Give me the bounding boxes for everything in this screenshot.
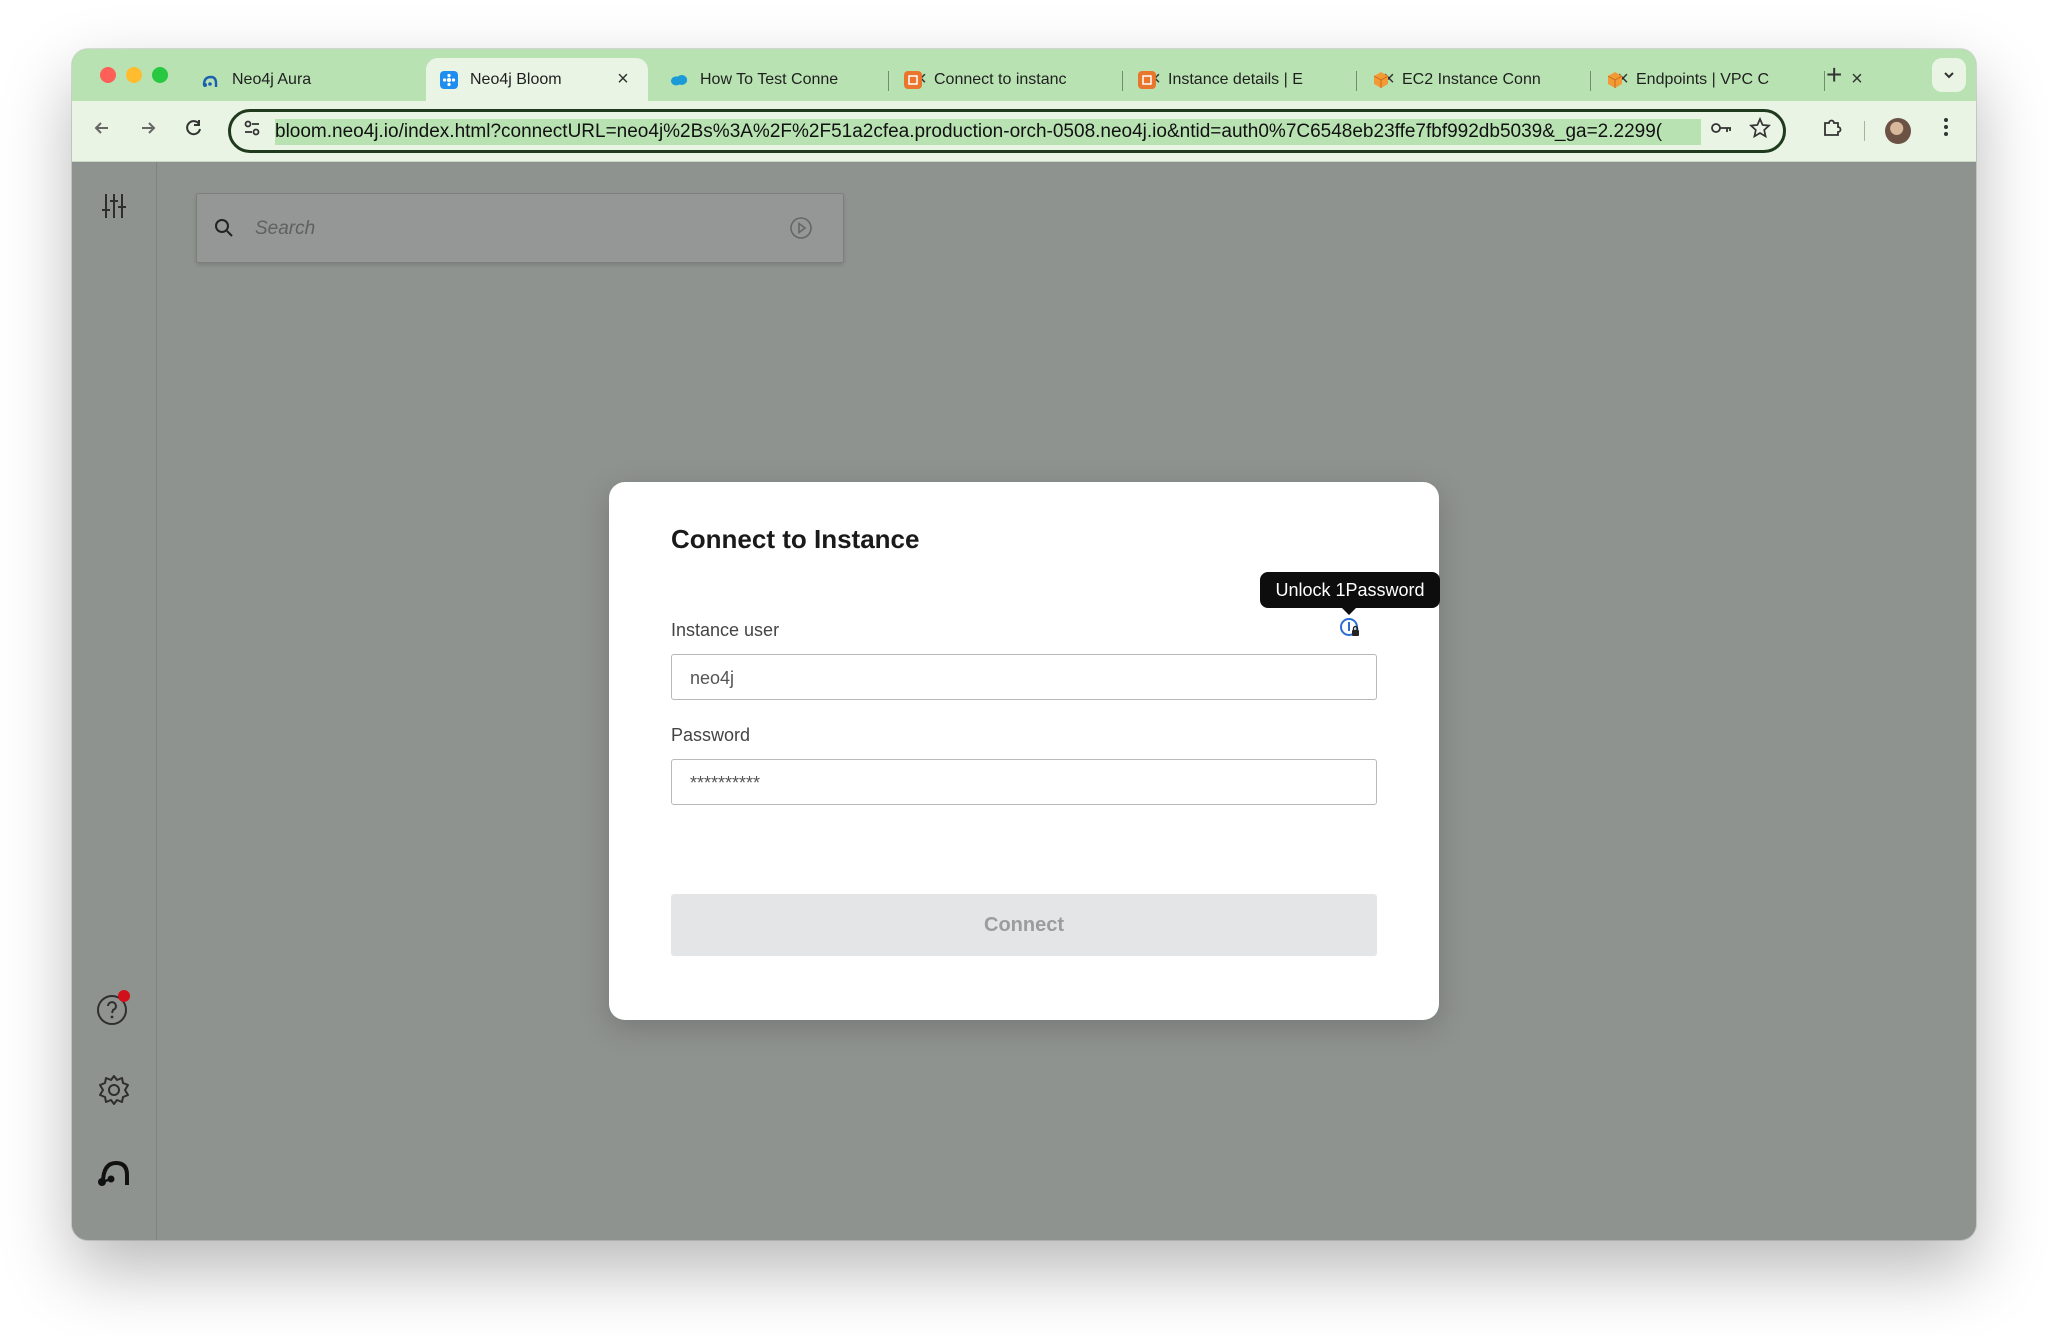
bloom-app: Connect to Instance Instance user Passwo… — [72, 162, 1976, 1240]
dialog-title: Connect to Instance — [671, 524, 920, 554]
profile-avatar[interactable] — [1885, 118, 1911, 144]
bloom-icon — [440, 70, 458, 89]
help-icon — [97, 990, 130, 1025]
tab-label: How To Test Conne — [700, 70, 839, 88]
tab-label: Neo4j Bloom — [470, 70, 562, 88]
close-icon[interactable]: × — [612, 68, 634, 91]
browser-window: Neo4j Aura × Neo4j Bloom × How To Test C… — [72, 49, 1976, 1240]
tab-label: Connect to instanc — [934, 70, 1067, 88]
settings-button[interactable] — [94, 1070, 134, 1110]
tab-label: Neo4j Aura — [232, 70, 312, 88]
browser-toolbar: bloom.neo4j.io/index.html?connectURL=neo… — [72, 101, 1976, 162]
connect-dialog: Connect to Instance Instance user Passwo… — [609, 482, 1439, 1020]
neo4j-logo-icon[interactable] — [94, 1152, 134, 1192]
neo4j-icon — [202, 71, 220, 89]
reload-icon — [186, 120, 201, 136]
password-label: Password — [671, 725, 751, 745]
gear-icon — [99, 1075, 129, 1105]
tab-label: Instance details | E — [1168, 70, 1303, 88]
tab-label: EC2 Instance Conn — [1402, 70, 1541, 88]
url-text[interactable]: bloom.neo4j.io/index.html?connectURL=neo… — [275, 119, 1701, 145]
filter-sliders-icon[interactable] — [94, 186, 134, 226]
maximize-window-button[interactable] — [152, 67, 168, 83]
chevron-down-icon — [1942, 66, 1956, 83]
password-field[interactable] — [671, 759, 1377, 805]
tab-strip: Neo4j Aura × Neo4j Bloom × How To Test C… — [72, 49, 1976, 101]
arrow-right-icon — [142, 122, 156, 134]
run-play-icon[interactable] — [789, 216, 813, 245]
help-button[interactable] — [94, 988, 134, 1028]
aws-cube-icon — [1606, 71, 1624, 89]
1password-icon[interactable] — [1339, 617, 1361, 639]
site-settings-icon[interactable] — [237, 117, 267, 147]
aws-cube-icon — [1372, 71, 1390, 89]
instance-user-field[interactable] — [671, 654, 1377, 700]
reload-button[interactable] — [178, 115, 210, 147]
left-rail — [72, 162, 157, 1240]
extensions-puzzle-icon[interactable] — [1816, 115, 1848, 147]
aws-ec2-icon — [1138, 70, 1156, 89]
close-window-button[interactable] — [100, 67, 116, 83]
key-icon[interactable] — [1707, 117, 1737, 147]
search-icon — [213, 217, 235, 244]
tab-search-button[interactable] — [1932, 58, 1966, 92]
bookmark-star-icon[interactable] — [1745, 116, 1775, 147]
new-tab-button[interactable]: + — [1826, 59, 1842, 91]
search-bar[interactable] — [196, 193, 844, 263]
minimize-window-button[interactable] — [126, 67, 142, 83]
more-menu-icon[interactable] — [1930, 115, 1962, 147]
instance-user-label: Instance user — [671, 620, 780, 640]
tab-neo4j-bloom[interactable]: Neo4j Bloom × — [426, 58, 648, 101]
forward-button[interactable] — [132, 115, 164, 147]
back-button[interactable] — [86, 115, 118, 147]
salesforce-cloud-icon — [670, 71, 688, 89]
password-input[interactable] — [688, 769, 1332, 797]
aws-ec2-icon — [904, 70, 922, 89]
connect-button[interactable]: Connect — [671, 894, 1377, 956]
arrow-left-icon — [94, 122, 108, 134]
close-icon[interactable]: × — [1846, 68, 1868, 91]
address-bar[interactable]: bloom.neo4j.io/index.html?connectURL=neo… — [228, 109, 1786, 153]
search-input[interactable] — [253, 212, 777, 246]
unlock-1password-tooltip: Unlock 1Password — [1260, 572, 1440, 615]
instance-user-input[interactable] — [688, 664, 1332, 692]
tab-label: Endpoints | VPC C — [1636, 70, 1770, 88]
